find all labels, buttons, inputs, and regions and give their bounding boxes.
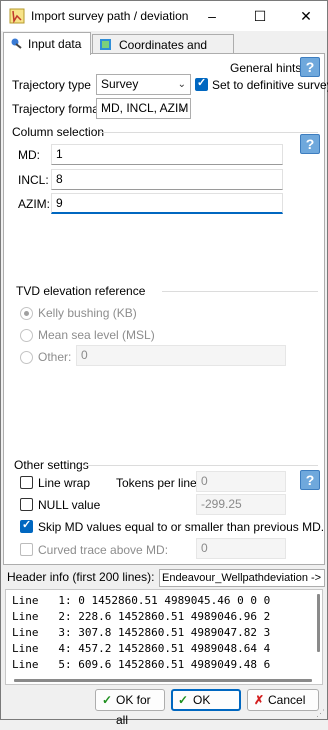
column-selection-title: Column selection — [12, 125, 105, 139]
resize-grip-icon[interactable]: ⋰ — [316, 708, 325, 719]
incl-label: INCL: — [18, 173, 49, 187]
other-settings-help-button[interactable]: ? — [300, 470, 320, 490]
dialog-buttons: ✓ OK for all ✓ OK ✗ Cancel ⋰ — [1, 689, 327, 727]
vertical-scrollbar[interactable] — [317, 594, 320, 652]
azim-column-field[interactable]: 9 — [51, 193, 283, 214]
tab-input-data[interactable]: Input data — [3, 32, 91, 55]
cancel-label: Cancel — [268, 693, 306, 707]
set-definitive-label: Set to definitive survey — [212, 78, 328, 92]
trajectory-type-dropdown[interactable]: Survey ⌄ — [96, 74, 191, 95]
cross-icon: ✗ — [254, 693, 265, 707]
null-value-field[interactable]: -299.25 — [196, 494, 286, 515]
general-hints-help-button[interactable]: ? — [300, 57, 320, 77]
line-wrap-label: Line wrap — [38, 476, 91, 490]
trajectory-format-dropdown[interactable]: MD, INCL, AZIM ⌄ — [96, 98, 191, 119]
tab-strip: Input data Coordinates and units — [3, 32, 325, 70]
column-selection-help-button[interactable]: ? — [300, 134, 320, 154]
other-radio[interactable] — [20, 351, 33, 364]
title-bar[interactable]: Import survey path / deviation – ☐ ✕ — [1, 1, 327, 31]
kb-radio[interactable] — [20, 307, 33, 320]
set-definitive-checkbox[interactable] — [195, 76, 208, 91]
check-icon: ✓ — [178, 693, 189, 707]
other-elevation-field[interactable]: 0 — [76, 345, 286, 366]
preview-line: Line 1: 0 1452860.51 4989045.46 0 0 0 — [12, 594, 271, 607]
horizontal-scrollbar[interactable] — [14, 679, 312, 682]
md-column-field[interactable]: 1 — [51, 144, 283, 165]
trajectory-type-label: Trajectory type — [12, 78, 91, 92]
check-icon: ✓ — [102, 693, 113, 707]
close-button[interactable]: ✕ — [283, 1, 328, 31]
coordinates-icon — [100, 39, 111, 50]
curved-trace-label: Curved trace above MD: — [38, 543, 169, 557]
msl-label: Mean sea level (MSL) — [38, 328, 155, 342]
app-icon — [9, 8, 25, 24]
curved-trace-field[interactable]: 0 — [196, 538, 286, 559]
trajectory-format-value: MD, INCL, AZIM — [101, 101, 189, 115]
window-title: Import survey path / deviation — [31, 9, 189, 23]
skip-md-label: Skip MD values equal to or smaller than … — [38, 520, 325, 534]
tvd-divider — [162, 291, 318, 292]
preview-line: Line 3: 307.8 1452860.51 4989047.82 3 — [12, 626, 271, 639]
minimize-button[interactable]: – — [189, 1, 235, 31]
skip-md-checkbox[interactable] — [20, 518, 33, 533]
other-settings-title: Other settings — [14, 458, 89, 472]
preview-line: Line 4: 457.2 1452860.51 4989048.64 4 — [12, 642, 271, 655]
line-wrap-checkbox[interactable] — [20, 476, 33, 489]
cancel-button[interactable]: ✗ Cancel — [247, 689, 319, 711]
azim-label: AZIM: — [18, 197, 50, 211]
general-hints-label: General hints: — [230, 61, 305, 75]
curved-trace-checkbox[interactable] — [20, 543, 33, 556]
ok-label: OK — [193, 693, 211, 707]
other-settings-divider — [84, 465, 318, 466]
header-preview[interactable]: Line 1: 0 1452860.51 4989045.46 0 0 0 Li… — [5, 589, 323, 685]
input-data-icon — [11, 38, 22, 49]
msl-radio[interactable] — [20, 329, 33, 342]
trajectory-format-label: Trajectory format — [12, 102, 103, 116]
other-label: Other: — [38, 350, 72, 364]
ok-button[interactable]: ✓ OK — [171, 689, 241, 711]
chevron-down-icon: ⌄ — [177, 79, 186, 90]
input-data-panel: General hints: ? Trajectory type Survey … — [3, 53, 328, 565]
ok-for-all-button[interactable]: ✓ OK for all — [95, 689, 165, 727]
header-info-label: Header info (first 200 lines): — [7, 570, 155, 584]
trajectory-type-value: Survey — [101, 77, 139, 91]
header-info-row: Header info (first 200 lines): Endeavour… — [1, 567, 327, 587]
tvd-elevation-title: TVD elevation reference — [16, 284, 146, 298]
import-survey-dialog: Import survey path / deviation – ☐ ✕ Inp… — [0, 0, 328, 727]
null-value-label: NULL value — [38, 498, 101, 512]
tokens-per-line-label: Tokens per line: — [116, 476, 201, 490]
kb-label: Kelly bushing (KB) — [38, 306, 137, 320]
incl-column-field[interactable]: 8 — [51, 169, 283, 190]
tokens-per-line-field[interactable]: 0 — [196, 471, 286, 492]
null-value-checkbox[interactable] — [20, 498, 33, 511]
tab-input-data-label: Input data — [28, 37, 82, 51]
tab-coordinates-units[interactable]: Coordinates and units — [92, 34, 234, 70]
maximize-button[interactable]: ☐ — [237, 1, 283, 31]
header-file-name: Endeavour_Wellpathdeviation -> Su — [159, 569, 325, 587]
column-selection-divider — [100, 132, 318, 133]
preview-line: Line 2: 228.6 1452860.51 4989046.96 2 — [12, 610, 271, 623]
ok-for-all-label: OK for all — [116, 693, 151, 727]
chevron-down-icon: ⌄ — [177, 103, 186, 114]
md-label: MD: — [18, 148, 40, 162]
preview-line: Line 5: 609.6 1452860.51 4989049.48 6 — [12, 658, 271, 671]
